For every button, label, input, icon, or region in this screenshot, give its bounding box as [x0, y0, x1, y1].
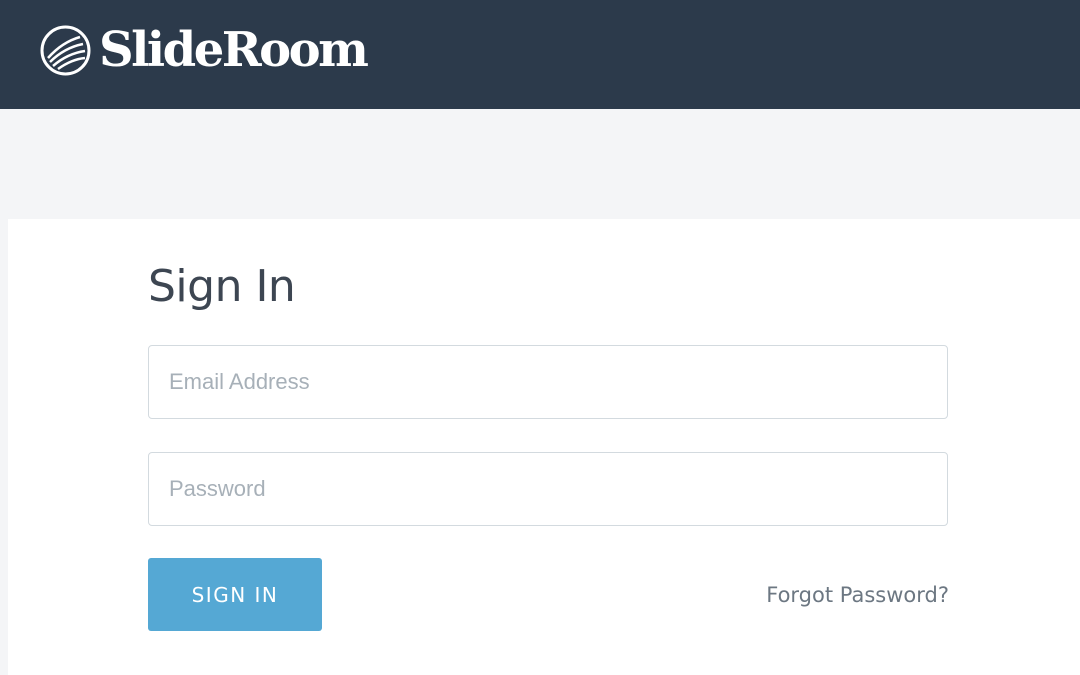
brand-name: SlideRoom [99, 22, 369, 78]
sign-in-button[interactable]: SIGN IN [148, 558, 322, 631]
password-field[interactable] [148, 452, 948, 526]
signin-card: Sign In SIGN IN Forgot Password? [8, 219, 1080, 675]
email-field[interactable] [148, 345, 948, 419]
forgot-password-link[interactable]: Forgot Password? [766, 581, 949, 609]
brand-logo[interactable]: SlideRoom [40, 22, 369, 78]
page-title: Sign In [148, 261, 296, 312]
slideroom-logo-icon [40, 25, 91, 75]
site-header: SlideRoom [0, 0, 1080, 109]
